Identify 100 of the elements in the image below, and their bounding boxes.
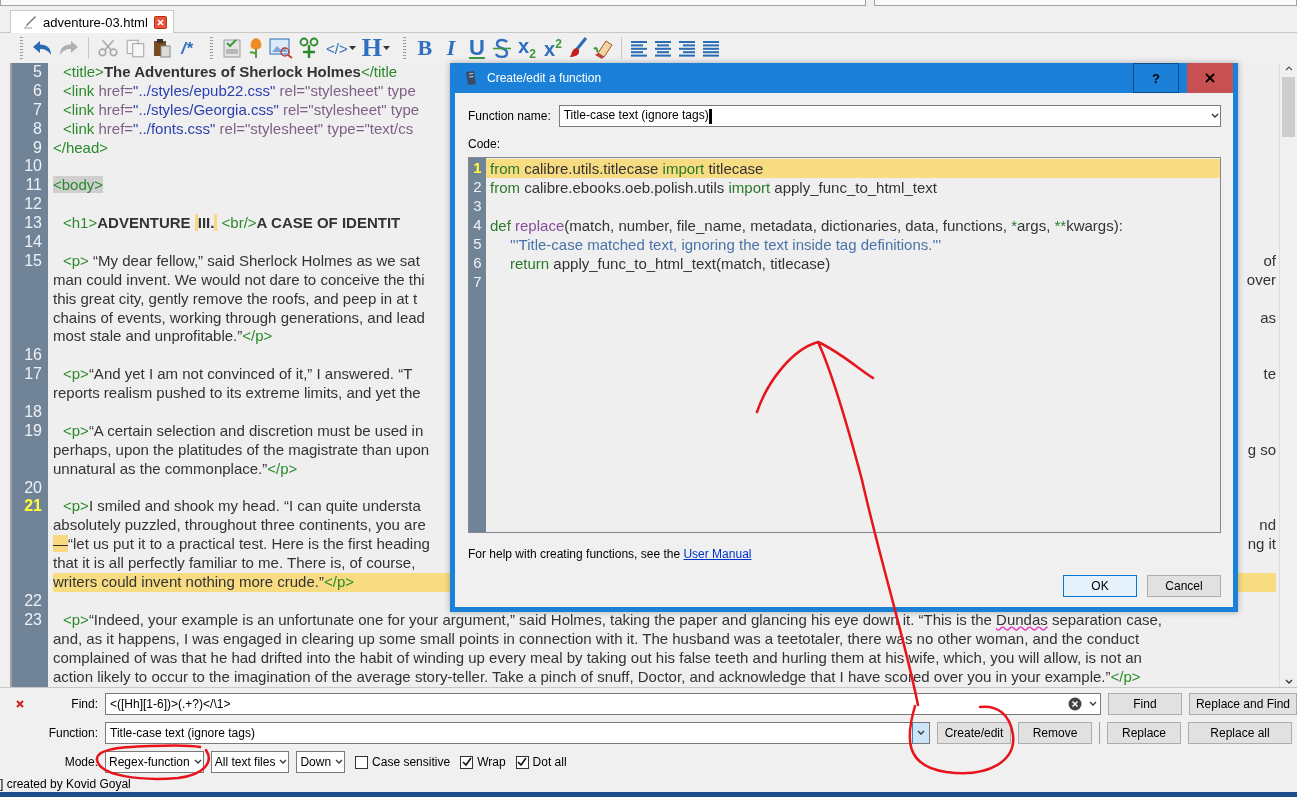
field-label: Function name: — [468, 109, 551, 123]
align-justify-icon[interactable] — [700, 38, 721, 58]
code-line: from calibre.utils.titlecase import titlecase — [490, 159, 764, 178]
checkbox[interactable] — [460, 755, 474, 769]
checkbox-label[interactable]: Wrap — [477, 755, 506, 769]
code-line: reports realism pushed to its extreme limits, and yet the — [53, 384, 421, 404]
code-line: absolutely puzzled, throughout three continents, you are — [53, 516, 426, 536]
insert-icon[interactable] — [297, 37, 321, 59]
close-icon — [1205, 73, 1215, 83]
checkbox-label[interactable]: Case sensitive — [372, 755, 451, 769]
script-button[interactable]: x$_{2}$ — [515, 36, 538, 60]
italic-button[interactable]: I — [439, 36, 462, 60]
code-line: over — [1246, 270, 1276, 290]
dropdown[interactable]: Down — [296, 751, 346, 773]
dialog-button[interactable]: OK — [1063, 575, 1137, 597]
align-center-icon[interactable] — [652, 38, 673, 58]
code-line: <link href="../fonts.css" rel="stylesheet" type="text/cs — [62, 119, 414, 139]
toolbar-handle[interactable] — [20, 37, 23, 59]
dropdown[interactable]: All text files — [210, 751, 290, 773]
align-left-icon[interactable] — [628, 38, 649, 58]
line-number: 18 — [24, 403, 42, 421]
code-line: that it is all perfectly familiar to me. There is, of course, — [53, 554, 416, 574]
code-line: nd — [1259, 516, 1276, 536]
image-icon[interactable] — [269, 37, 293, 59]
close-icon[interactable] — [153, 15, 167, 29]
toolbar-handle[interactable] — [210, 37, 213, 59]
line-number: 23 — [24, 610, 42, 628]
line-number: 7 — [33, 100, 42, 118]
action-button[interactable]: Replace — [1107, 722, 1181, 744]
code-line: most stale and unprofitable.”</p> — [53, 327, 273, 347]
bold-button[interactable]: B — [413, 36, 436, 60]
tag-button[interactable]: </> — [325, 36, 357, 60]
line-number: 7 — [473, 273, 482, 290]
heading-button[interactable]: H — [360, 36, 391, 60]
toolbar-handle[interactable] — [402, 37, 406, 59]
checkbox-label[interactable]: Dot all — [532, 755, 567, 769]
underline-button[interactable]: U — [465, 36, 488, 60]
field-label: Function: — [48, 726, 98, 740]
code-line: <p>“And yet I am not convinced of it,” I answered. “T — [62, 365, 413, 385]
field-label: Find: — [71, 697, 98, 711]
comment-button[interactable]: /* — [176, 36, 198, 60]
function-name-field[interactable]: Title-case text (ignore tags) — [558, 105, 1221, 127]
line-number: 16 — [24, 346, 42, 364]
user-manual-link[interactable]: User Manual — [683, 547, 752, 561]
code-line: as — [1260, 308, 1276, 328]
clear-icon[interactable] — [1067, 697, 1082, 711]
line-number: 11 — [25, 176, 42, 194]
scroll-thumb[interactable] — [1282, 77, 1295, 137]
code-line: <title>The Adventures of Sherlock Holmes</title — [62, 63, 398, 82]
line-number: 8 — [33, 119, 42, 137]
find-field[interactable]: <([Hh][1-6])>(.+?)</\1> — [105, 693, 1101, 715]
code-line: <p> “My dear fellow,” said Sherlock Holmes as we sat — [62, 251, 420, 271]
line-number: 20 — [24, 478, 42, 496]
action-button[interactable]: Find — [1107, 693, 1182, 715]
document-icon[interactable] — [221, 37, 243, 59]
undo-icon[interactable] — [31, 39, 53, 57]
line-number: 10 — [24, 157, 42, 175]
code-line: ng it — [1247, 535, 1276, 555]
help-button[interactable]: ? — [1133, 63, 1179, 93]
dropdown[interactable]: Regex-function — [105, 751, 204, 773]
code-line: chains of events, working through generations, and lead — [53, 308, 425, 328]
line-number: 1 — [473, 159, 482, 176]
code-line: return apply_func_to_html_text(match, titlecase) — [509, 254, 831, 273]
status-text: ] created by Kovid Goyal — [0, 777, 131, 791]
scrollbar[interactable] — [1279, 63, 1297, 687]
action-button[interactable]: Remove — [1018, 722, 1092, 744]
line-number: 5 — [473, 235, 482, 252]
script-button[interactable]: x$^{2}$ — [541, 36, 564, 60]
code-line: '''Title-case matched text, ignoring the text inside tag definitions.''' — [509, 235, 941, 254]
close-button[interactable] — [1187, 63, 1233, 93]
function-dropdown[interactable]: Title-case text (ignore tags) — [105, 722, 930, 744]
code-line: <p>I smiled and shook my head. “I can quite understa — [62, 497, 421, 517]
field-label: Code: — [468, 137, 502, 151]
line-number: 12 — [24, 195, 42, 213]
line-number: 22 — [24, 591, 42, 609]
code-line: te — [1263, 365, 1276, 385]
pen-icon — [23, 15, 37, 29]
align-right-icon[interactable] — [676, 38, 697, 58]
action-button[interactable]: Replace all — [1188, 722, 1292, 744]
checkbox[interactable] — [515, 755, 529, 769]
field-label: Mode: — [64, 755, 98, 769]
code-editor[interactable] — [468, 157, 1221, 533]
brush-icon[interactable] — [567, 37, 588, 59]
code-line: unnatural as the commonplace.”</p> — [53, 459, 298, 479]
dialog-button[interactable]: Cancel — [1147, 575, 1221, 597]
strikethrough-icon[interactable] — [491, 37, 512, 59]
action-button[interactable]: Create/edit — [937, 722, 1011, 744]
dialog-title: Create/edit a function — [487, 71, 603, 85]
file-tab[interactable]: adventure-03.html — [10, 10, 174, 33]
paste-icon[interactable] — [152, 38, 172, 58]
code-line: <h1>ADVENTURE III. <br/>A CASE OF IDENTIT — [62, 214, 401, 233]
line-number: 15 — [24, 251, 42, 269]
line-number: 6 — [473, 254, 482, 271]
line-number: 19 — [24, 421, 42, 439]
code-line: </head> — [53, 138, 109, 158]
help-text: For help with creating functions, see the User Manual — [468, 547, 753, 561]
close-icon[interactable] — [15, 699, 25, 709]
action-button[interactable]: Replace and Find — [1188, 693, 1297, 715]
checkbox[interactable] — [355, 755, 369, 769]
code-line: g so — [1247, 440, 1276, 460]
